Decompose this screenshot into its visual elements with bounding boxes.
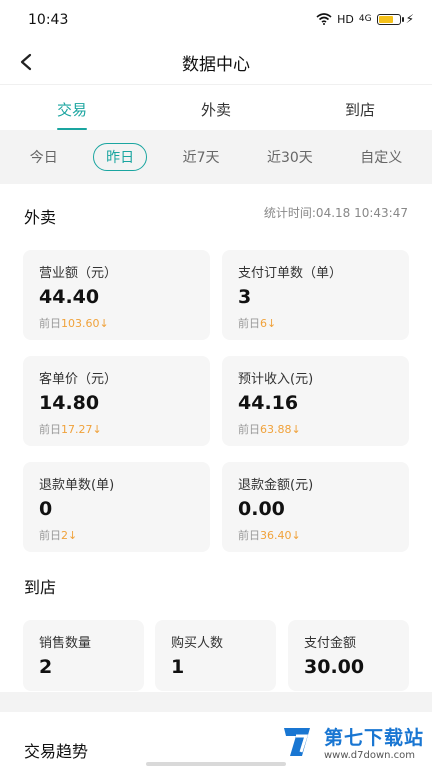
metric-previous: 前日63.88↓ — [238, 421, 301, 437]
range-yesterday[interactable]: 昨日 — [93, 143, 148, 171]
metric-value: 1 — [171, 656, 185, 678]
date-range-selector: 今日 昨日 近7天 近30天 自定义 — [0, 130, 432, 184]
trend-section-title: 交易趋势 — [24, 742, 89, 761]
metric-previous: 前日2↓ — [39, 527, 77, 543]
battery-icon — [376, 13, 404, 25]
charging-icon: ⚡ — [405, 12, 414, 26]
stat-time: 统计时间:04.18 10:43:47 — [263, 206, 408, 220]
metric-label: 销售数量 — [39, 636, 92, 651]
wifi-icon — [316, 13, 332, 25]
status-icons: HD 4G ⚡ — [316, 12, 414, 26]
metric-previous: 前日103.60↓ — [39, 315, 109, 331]
arrow-down-icon: ↓ — [267, 317, 277, 330]
status-bar: 10:43 HD 4G ⚡ — [0, 0, 432, 40]
metric-card-refund-count[interactable]: 退款单数(单) 0 前日2↓ — [23, 462, 210, 552]
signal-icon: 4G — [358, 13, 372, 24]
metric-label: 购买人数 — [171, 636, 224, 651]
metric-label: 支付订单数（单） — [238, 266, 343, 281]
metric-previous: 前日6↓ — [238, 315, 276, 331]
watermark-url: www.d7down.com — [323, 750, 416, 761]
tab-takeout[interactable]: 外卖 — [144, 85, 288, 130]
metric-card-expected-income[interactable]: 预计收入(元) 44.16 前日63.88↓ — [222, 356, 409, 446]
previous-value: 103.60 — [61, 317, 100, 330]
metric-value: 14.80 — [39, 392, 100, 414]
arrow-down-icon: ↓ — [68, 529, 78, 542]
tab-trade[interactable]: 交易 — [0, 85, 144, 130]
previous-value: 17.27 — [61, 423, 93, 436]
metric-label: 预计收入(元) — [238, 372, 314, 387]
metric-value: 30.00 — [304, 656, 365, 678]
metric-value: 2 — [39, 656, 53, 678]
status-time: 10:43 — [28, 12, 69, 28]
metric-label: 退款单数(单) — [39, 478, 115, 493]
arrow-down-icon: ↓ — [291, 529, 301, 542]
metric-card-revenue[interactable]: 营业额（元） 44.40 前日103.60↓ — [23, 250, 210, 340]
previous-label: 前日 — [39, 423, 61, 436]
previous-label: 前日 — [238, 317, 260, 330]
network-type-label: HD — [337, 12, 354, 26]
range-7-days[interactable]: 近7天 — [171, 143, 232, 171]
metric-label: 退款金额(元) — [238, 478, 314, 493]
metric-card-orders[interactable]: 支付订单数（单） 3 前日6↓ — [222, 250, 409, 340]
tab-bar: 交易 外卖 到店 — [0, 84, 432, 130]
previous-value: 6 — [260, 317, 267, 330]
metric-value: 0.00 — [238, 498, 285, 520]
metric-card-avg-order[interactable]: 客单价（元） 14.80 前日17.27↓ — [23, 356, 210, 446]
arrow-down-icon: ↓ — [99, 317, 109, 330]
nav-bar: 数据中心 — [0, 40, 432, 84]
metric-card-sales-qty[interactable]: 销售数量 2 — [23, 620, 144, 691]
previous-label: 前日 — [39, 529, 61, 542]
metric-value: 44.40 — [39, 286, 100, 308]
instore-section-title: 到店 — [24, 578, 57, 597]
watermark-title: 第七下载站 — [323, 727, 424, 749]
metric-value: 0 — [39, 498, 53, 520]
d7down-logo-icon — [283, 728, 310, 756]
previous-label: 前日 — [238, 529, 260, 542]
previous-label: 前日 — [39, 317, 61, 330]
takeout-section-title: 外卖 — [24, 208, 57, 227]
metric-label: 客单价（元） — [39, 372, 118, 387]
home-indicator[interactable] — [146, 762, 286, 766]
metric-label: 营业额（元） — [39, 266, 118, 281]
metric-value: 44.16 — [238, 392, 299, 414]
arrow-down-icon: ↓ — [291, 423, 301, 436]
metric-card-refund-amount[interactable]: 退款金额(元) 0.00 前日36.40↓ — [222, 462, 409, 552]
previous-label: 前日 — [238, 423, 260, 436]
metric-card-buyers[interactable]: 购买人数 1 — [155, 620, 276, 691]
previous-value: 36.40 — [260, 529, 292, 542]
range-30-days[interactable]: 近30天 — [255, 143, 325, 171]
metric-previous: 前日36.40↓ — [238, 527, 301, 543]
page-title: 数据中心 — [182, 55, 250, 75]
range-custom[interactable]: 自定义 — [348, 143, 414, 171]
tab-instore[interactable]: 到店 — [288, 85, 432, 130]
stats-section: 外卖 统计时间:04.18 10:43:47 营业额（元） 44.40 前日10… — [0, 184, 432, 692]
previous-value: 2 — [61, 529, 68, 542]
metric-value: 3 — [238, 286, 252, 308]
metric-previous: 前日17.27↓ — [39, 421, 102, 437]
arrow-down-icon: ↓ — [92, 423, 102, 436]
previous-value: 63.88 — [260, 423, 292, 436]
watermark: 第七下载站 www.d7down.com — [280, 722, 424, 762]
metric-label: 支付金额 — [304, 636, 357, 651]
metric-card-payment-amount[interactable]: 支付金额 30.00 — [288, 620, 409, 691]
range-today[interactable]: 今日 — [18, 143, 70, 171]
